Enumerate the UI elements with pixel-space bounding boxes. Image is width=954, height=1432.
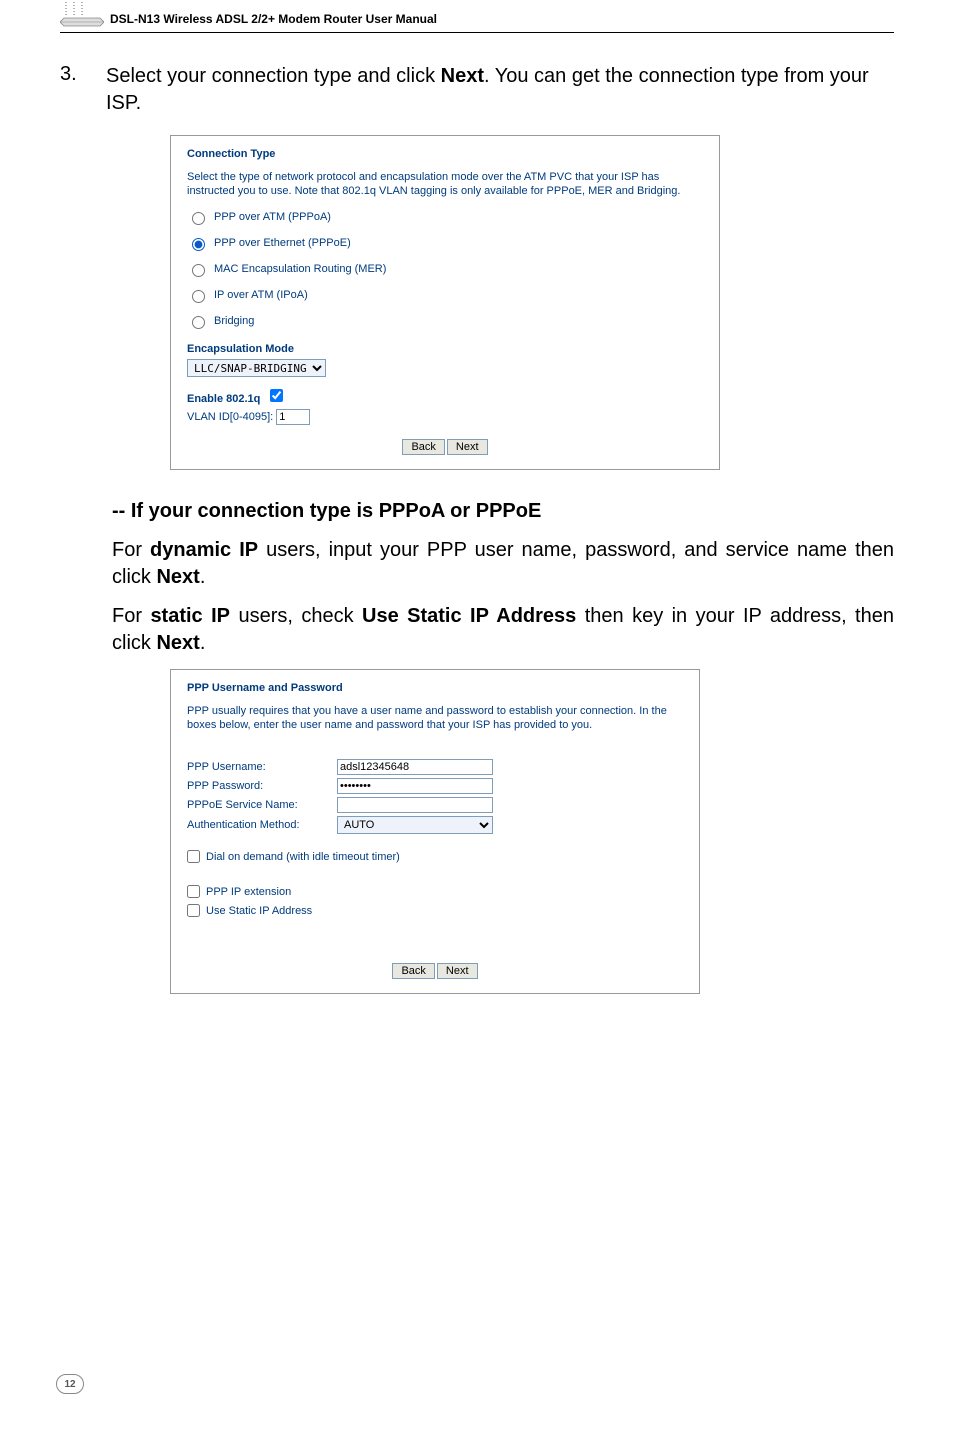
radio-bridging-label: Bridging	[214, 315, 254, 327]
page-number: 12	[56, 1374, 84, 1394]
back-button-2[interactable]: Back	[392, 963, 434, 979]
ppp-ip-extension-label: PPP IP extension	[206, 886, 291, 898]
dialog2-desc: PPP usually requires that you have a use…	[187, 704, 683, 733]
step-text-bold: Next	[441, 65, 484, 87]
ps-b2: Use Static IP Address	[362, 605, 576, 627]
step-number: 3.	[60, 63, 88, 135]
radio-pppoe[interactable]	[192, 238, 205, 251]
pd-a: For	[112, 539, 150, 561]
step-text: Select your connection type and click Ne…	[106, 63, 894, 117]
para-dynamic: For dynamic IP users, input your PPP use…	[112, 537, 894, 591]
next-button[interactable]: Next	[447, 439, 488, 455]
dialog1-title: Connection Type	[187, 148, 703, 160]
ppp-ip-extension-checkbox[interactable]	[187, 885, 200, 898]
radio-bridging[interactable]	[192, 316, 205, 329]
radio-pppoe-label: PPP over Ethernet (PPPoE)	[214, 237, 351, 249]
ps-d: .	[200, 632, 206, 654]
enable-8021q-label: Enable 802.1q	[187, 393, 260, 405]
ps-b3: Next	[156, 632, 199, 654]
use-static-ip-label: Use Static IP Address	[206, 905, 312, 917]
username-input[interactable]	[337, 759, 493, 775]
ppp-credentials-dialog: PPP Username and Password PPP usually re…	[170, 669, 700, 995]
ps-b: users, check	[230, 605, 362, 627]
radio-pppoa-label: PPP over ATM (PPPoA)	[214, 211, 331, 223]
ps-a: For	[112, 605, 150, 627]
next-button-2[interactable]: Next	[437, 963, 478, 979]
radio-mer-label: MAC Encapsulation Routing (MER)	[214, 263, 386, 275]
para-static: For static IP users, check Use Static IP…	[112, 603, 894, 657]
step-text-a: Select your connection type and click	[106, 65, 441, 87]
pd-d: .	[200, 566, 206, 588]
connection-type-dialog: Connection Type Select the type of netwo…	[170, 135, 720, 470]
use-static-ip-checkbox[interactable]	[187, 904, 200, 917]
radio-ipoa[interactable]	[192, 290, 205, 303]
vlan-id-input[interactable]	[276, 409, 310, 425]
radio-pppoa[interactable]	[192, 212, 205, 225]
header-title: DSL-N13 Wireless ADSL 2/2+ Modem Router …	[110, 12, 437, 30]
service-input[interactable]	[337, 797, 493, 813]
enable-8021q-checkbox[interactable]	[270, 389, 283, 402]
service-label: PPPoE Service Name:	[187, 799, 337, 811]
auth-select[interactable]: AUTO	[337, 816, 493, 834]
pd-b1: dynamic IP	[150, 539, 258, 561]
router-icon	[60, 0, 100, 30]
auth-label: Authentication Method:	[187, 819, 337, 831]
encap-mode-select[interactable]: LLC/SNAP-BRIDGING	[187, 359, 326, 377]
radio-ipoa-label: IP over ATM (IPoA)	[214, 289, 308, 301]
pd-b2: Next	[156, 566, 199, 588]
password-input[interactable]	[337, 778, 493, 794]
password-label: PPP Password:	[187, 780, 337, 792]
encap-mode-label: Encapsulation Mode	[187, 343, 703, 355]
dial-on-demand-label: Dial on demand (with idle timeout timer)	[206, 851, 400, 863]
back-button[interactable]: Back	[402, 439, 444, 455]
username-label: PPP Username:	[187, 761, 337, 773]
radio-mer[interactable]	[192, 264, 205, 277]
ps-b1: static IP	[150, 605, 230, 627]
subheading-pppoa-pppoe: -- If your connection type is PPPoA or P…	[112, 500, 894, 523]
dial-on-demand-checkbox[interactable]	[187, 850, 200, 863]
manual-header: DSL-N13 Wireless ADSL 2/2+ Modem Router …	[60, 0, 894, 33]
dialog1-desc: Select the type of network protocol and …	[187, 170, 703, 199]
vlan-id-label: VLAN ID[0-4095]:	[187, 411, 273, 423]
dialog2-title: PPP Username and Password	[187, 682, 683, 694]
